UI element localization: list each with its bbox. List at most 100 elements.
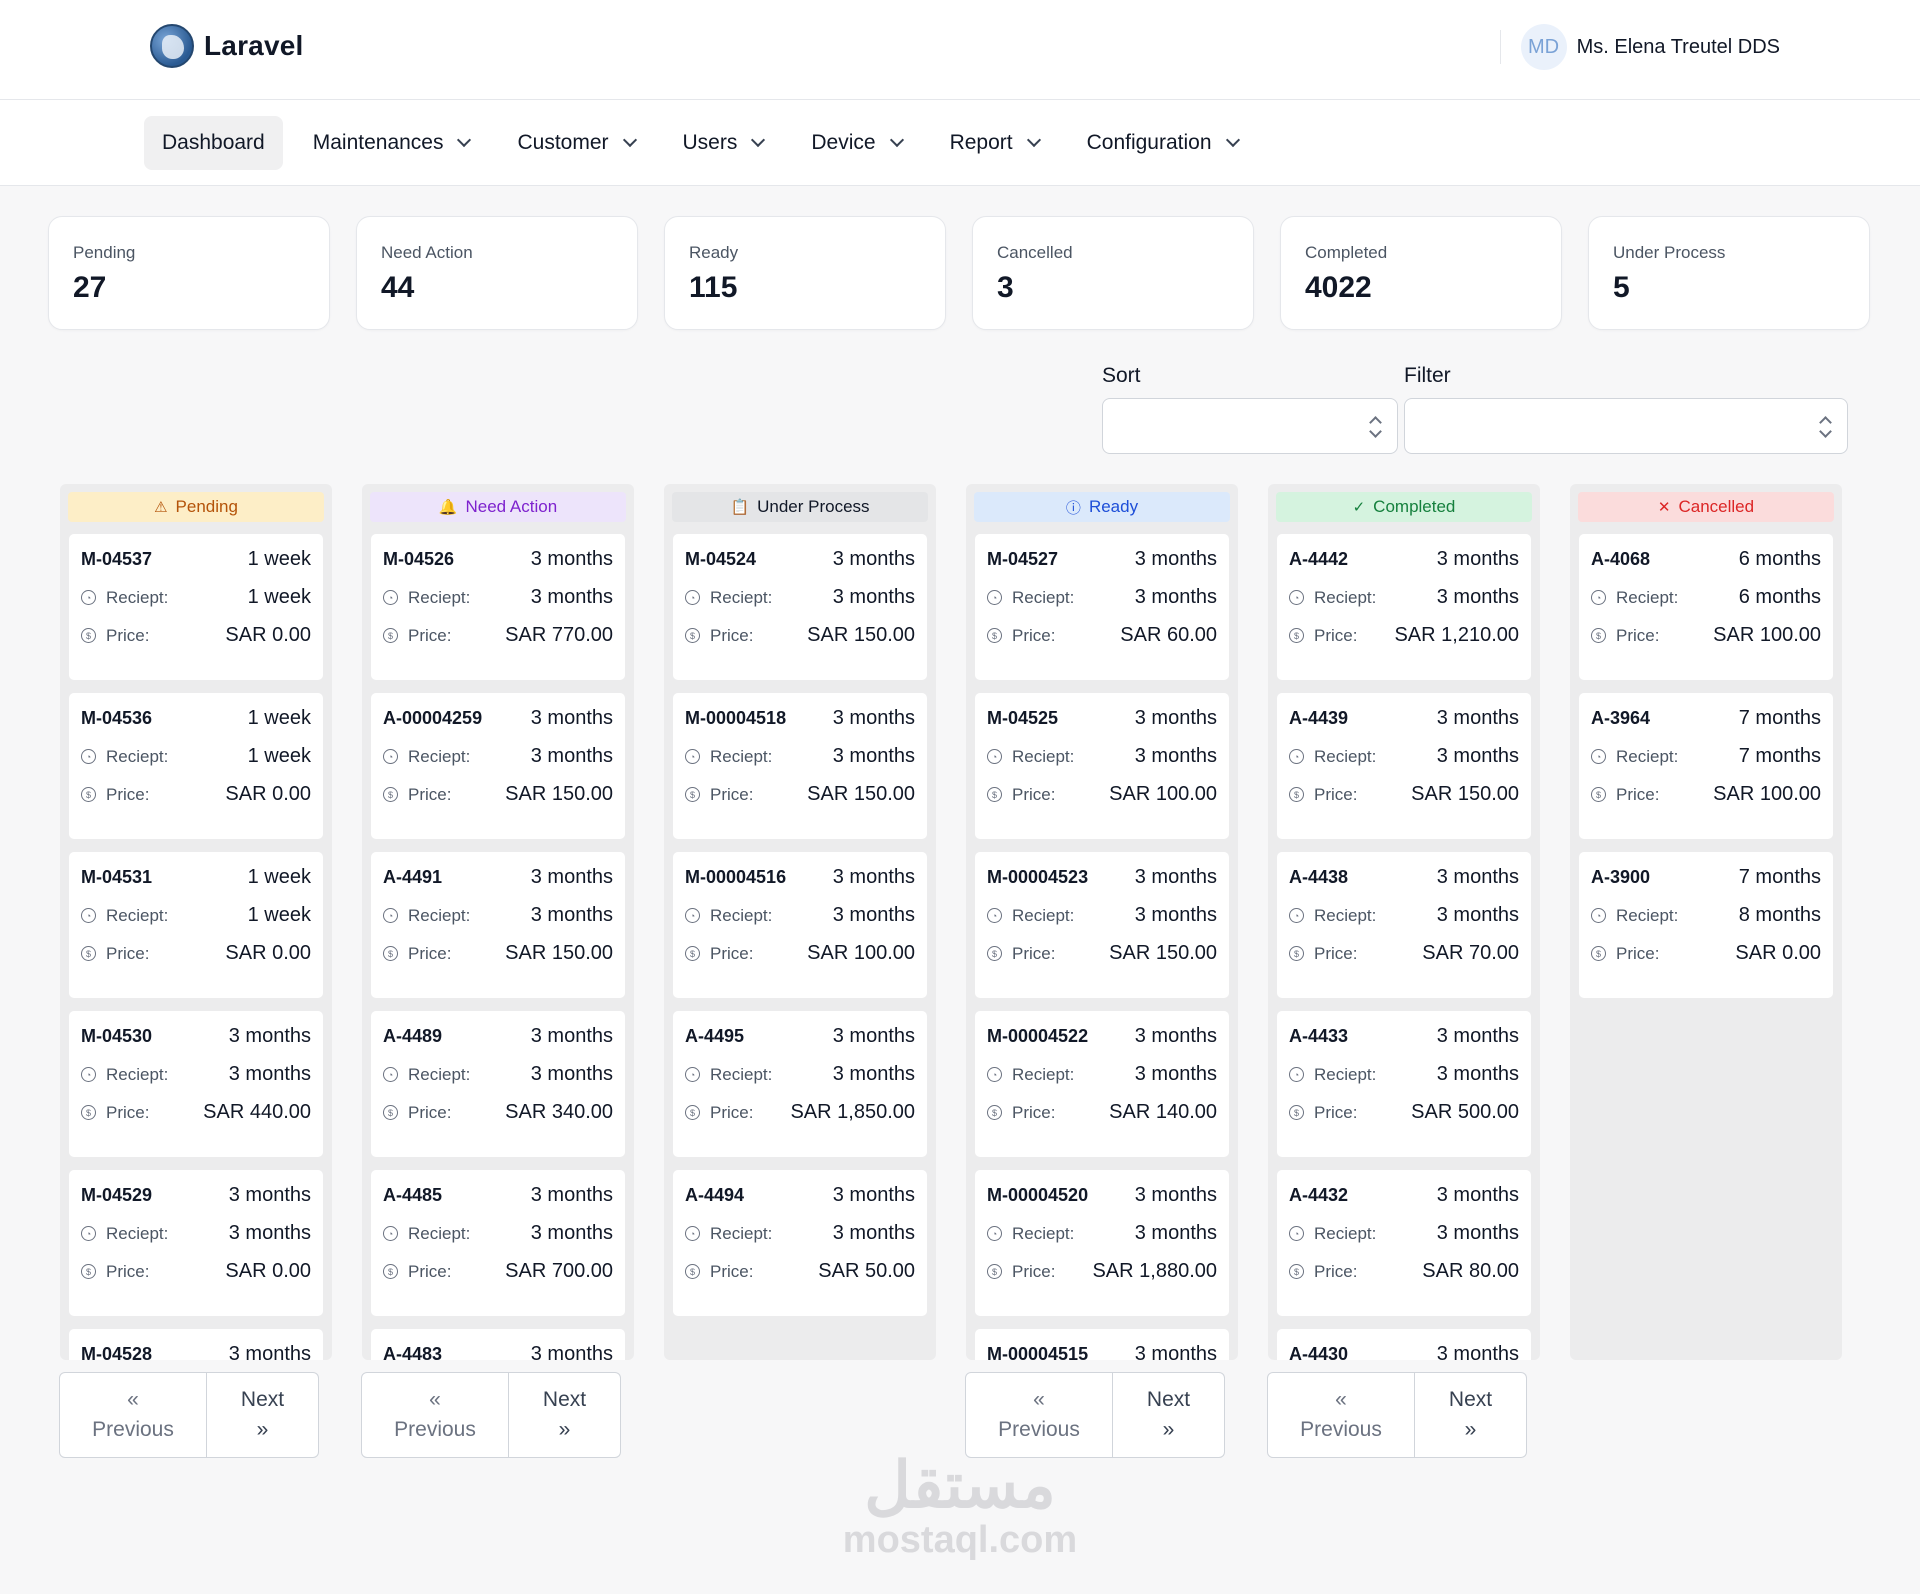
nav-item-device[interactable]: Device xyxy=(793,116,919,170)
maintenance-card[interactable]: A-00004259 3 months ◔ Reciept: 3 months $ Pric… xyxy=(370,692,626,840)
nav-item-users[interactable]: Users xyxy=(665,116,782,170)
price-row: $ Price: SAR 500.00 xyxy=(1289,1101,1519,1124)
maintenance-code: A-4485 xyxy=(383,1185,443,1205)
sort-select[interactable] xyxy=(1102,398,1398,454)
maintenance-card[interactable]: M-04531 1 week ◔ Reciept: 1 week $ Price: SAR 0… xyxy=(68,851,324,999)
clock-icon: ◔ xyxy=(1289,590,1304,605)
next-page-button[interactable]: Next » xyxy=(207,1372,319,1458)
filter-select[interactable] xyxy=(1404,398,1848,454)
previous-page-button[interactable]: « Previous xyxy=(965,1372,1113,1458)
maintenance-card[interactable]: A-4432 3 months ◔ Reciept: 3 months $ Price: SA… xyxy=(1276,1169,1532,1317)
receipt-row: ◔ Reciept: 3 months xyxy=(987,1063,1217,1086)
elapsed-time: 3 months xyxy=(832,1184,915,1206)
receipt-row: ◔ Reciept: 3 months xyxy=(685,1222,915,1245)
maintenance-card[interactable]: M-00004518 3 months ◔ Reciept: 3 months $ Pric… xyxy=(672,692,928,840)
maintenance-card[interactable]: M-04527 3 months ◔ Reciept: 3 months $ Price: S… xyxy=(974,533,1230,681)
maintenance-card[interactable]: A-3964 7 months ◔ Reciept: 7 months $ Price: SA… xyxy=(1578,692,1834,840)
stat-card-completed: Completed 4022 xyxy=(1280,216,1562,330)
maintenance-card[interactable]: A-44833 months◔Reciept:$Price: xyxy=(370,1328,626,1360)
previous-page-button[interactable]: « Previous xyxy=(361,1372,509,1458)
maintenance-card[interactable]: M-000045153 months◔Reciept:$Price: xyxy=(974,1328,1230,1360)
nav-item-customer[interactable]: Customer xyxy=(499,116,652,170)
receipt-label-text: Reciept: xyxy=(710,1064,773,1084)
previous-label: Previous xyxy=(92,1418,174,1441)
nav-item-dashboard[interactable]: Dashboard xyxy=(144,116,283,170)
card-header-row: M-04536 1 week xyxy=(81,707,311,730)
price-label-text: Price: xyxy=(1012,1261,1056,1281)
price-row: $ Price: SAR 70.00 xyxy=(1289,942,1519,965)
clipboard-icon: 📋 xyxy=(730,499,750,516)
sort-label: Sort xyxy=(1102,364,1141,387)
stat-card-cancelled: Cancelled 3 xyxy=(972,216,1254,330)
receipt-label: ◔ Reciept: xyxy=(1591,747,1678,767)
elapsed-time: 3 months xyxy=(228,1025,311,1047)
maintenance-card[interactable]: M-04526 3 months ◔ Reciept: 3 months $ Price: S… xyxy=(370,533,626,681)
receipt-label-text: Reciept: xyxy=(710,587,773,607)
dollar-icon: $ xyxy=(1591,628,1606,643)
dollar-icon: $ xyxy=(987,1105,1002,1120)
maintenance-card[interactable]: A-4442 3 months ◔ Reciept: 3 months $ Price: SA… xyxy=(1276,533,1532,681)
maintenance-card[interactable]: M-04536 1 week ◔ Reciept: 1 week $ Price: SAR 0… xyxy=(68,692,324,840)
maintenance-card[interactable]: A-4438 3 months ◔ Reciept: 3 months $ Price: SA… xyxy=(1276,851,1532,999)
maintenance-card[interactable]: M-00004516 3 months ◔ Reciept: 3 months $ Pric… xyxy=(672,851,928,999)
next-page-button[interactable]: Next » xyxy=(1113,1372,1225,1458)
top-header: Laravel MD Ms. Elena Treutel DDS xyxy=(0,0,1920,100)
clock-icon: ◔ xyxy=(81,908,96,923)
price-row: $ Price: SAR 60.00 xyxy=(987,624,1217,647)
pagination-need-action: « Previous Next » xyxy=(361,1372,621,1458)
maintenance-card[interactable]: A-4485 3 months ◔ Reciept: 3 months $ Price: SA… xyxy=(370,1169,626,1317)
elapsed-time: 3 months xyxy=(530,707,613,729)
price-label-text: Price: xyxy=(1314,943,1358,963)
nav-item-configuration[interactable]: Configuration xyxy=(1069,116,1256,170)
maintenance-code: M-04537 xyxy=(81,549,153,569)
dollar-icon: $ xyxy=(685,1105,700,1120)
maintenance-card[interactable]: A-44303 months◔Reciept:$Price: xyxy=(1276,1328,1532,1360)
nav-item-report[interactable]: Report xyxy=(932,116,1057,170)
elapsed-time: 3 months xyxy=(1134,866,1217,888)
dollar-icon: $ xyxy=(1591,787,1606,802)
maintenance-card[interactable]: A-4489 3 months ◔ Reciept: 3 months $ Price: SA… xyxy=(370,1010,626,1158)
next-page-button[interactable]: Next » xyxy=(509,1372,621,1458)
maintenance-card[interactable]: M-04537 1 week ◔ Reciept: 1 week $ Price: SAR 0… xyxy=(68,533,324,681)
price-label: $ Price: xyxy=(987,626,1055,646)
dollar-icon: $ xyxy=(81,1105,96,1120)
price-label: $ Price: xyxy=(81,1103,149,1123)
maintenance-card[interactable]: A-4068 6 months ◔ Reciept: 6 months $ Price: SA… xyxy=(1578,533,1834,681)
maintenance-card[interactable]: M-04525 3 months ◔ Reciept: 3 months $ Price: S… xyxy=(974,692,1230,840)
maintenance-card[interactable]: A-4439 3 months ◔ Reciept: 3 months $ Price: SA… xyxy=(1276,692,1532,840)
price-label: $ Price: xyxy=(81,626,149,646)
maintenance-card[interactable]: M-00004523 3 months ◔ Reciept: 3 months $ Pric… xyxy=(974,851,1230,999)
elapsed-time: 3 months xyxy=(1436,1184,1519,1206)
brand-logo[interactable]: Laravel xyxy=(150,24,303,68)
maintenance-code: A-3964 xyxy=(1591,708,1651,728)
stat-label: Pending xyxy=(73,243,136,262)
column-title: Ready xyxy=(1088,497,1139,516)
maintenance-card[interactable]: A-4491 3 months ◔ Reciept: 3 months $ Price: SA… xyxy=(370,851,626,999)
price-label: $ Price: xyxy=(685,1262,753,1282)
price-value: SAR 440.00 xyxy=(203,1101,311,1123)
receipt-row: ◔ Reciept: 3 months xyxy=(685,904,915,927)
maintenance-card[interactable]: M-04529 3 months ◔ Reciept: 3 months $ Price: S… xyxy=(68,1169,324,1317)
maintenance-card[interactable]: A-3900 7 months ◔ Reciept: 8 months $ Price: SA… xyxy=(1578,851,1834,999)
previous-page-button[interactable]: « Previous xyxy=(1267,1372,1415,1458)
maintenance-card[interactable]: A-4494 3 months ◔ Reciept: 3 months $ Price: SA… xyxy=(672,1169,928,1317)
receipt-label-text: Reciept: xyxy=(1314,746,1377,766)
maintenance-card[interactable]: A-4433 3 months ◔ Reciept: 3 months $ Price: SA… xyxy=(1276,1010,1532,1158)
maintenance-card[interactable]: M-04530 3 months ◔ Reciept: 3 months $ Price: S… xyxy=(68,1010,324,1158)
next-label: Next xyxy=(1448,1388,1493,1411)
previous-page-button[interactable]: « Previous xyxy=(59,1372,207,1458)
receipt-label: ◔ Reciept: xyxy=(81,1224,168,1244)
column-title: Cancelled xyxy=(1678,497,1755,516)
user-menu[interactable]: MD Ms. Elena Treutel DDS xyxy=(1499,24,1780,70)
maintenance-code: A-4432 xyxy=(1289,1185,1349,1205)
stat-value: 27 xyxy=(73,271,107,304)
maintenance-card[interactable]: M-00004522 3 months ◔ Reciept: 3 months $ Pric… xyxy=(974,1010,1230,1158)
maintenance-card[interactable]: M-00004520 3 months ◔ Reciept: 3 months $ Pric… xyxy=(974,1169,1230,1317)
stat-label: Under Process xyxy=(1613,243,1726,262)
maintenance-card[interactable]: M-045283 months◔Reciept:$Price: xyxy=(68,1328,324,1360)
card-header-row: A-4491 3 months xyxy=(383,866,613,889)
nav-item-maintenances[interactable]: Maintenances xyxy=(295,116,488,170)
maintenance-card[interactable]: M-04524 3 months ◔ Reciept: 3 months $ Price: S… xyxy=(672,533,928,681)
maintenance-card[interactable]: A-4495 3 months ◔ Reciept: 3 months $ Price: SA… xyxy=(672,1010,928,1158)
next-page-button[interactable]: Next » xyxy=(1415,1372,1527,1458)
